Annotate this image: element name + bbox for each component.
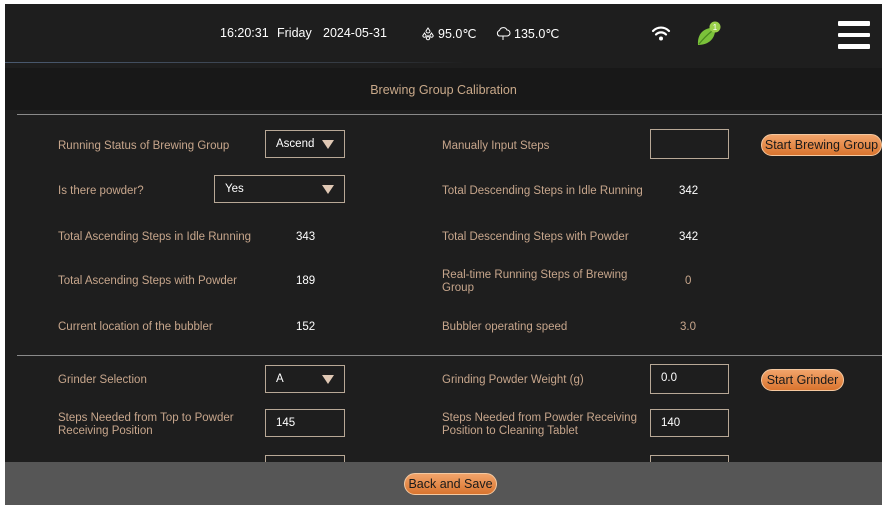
steam-temperature: 135.0℃ bbox=[495, 26, 559, 41]
grinding-weight-value: 0.0 bbox=[661, 372, 677, 384]
top-to-powder-value: 145 bbox=[276, 417, 296, 429]
status-divider bbox=[5, 62, 465, 63]
footer-bar: Back and Save bbox=[5, 462, 882, 505]
asc-idle-value: 343 bbox=[296, 231, 316, 243]
back-and-save-button[interactable]: Back and Save bbox=[404, 473, 497, 495]
status-day: Friday bbox=[277, 26, 312, 40]
powder-to-cleaning-input[interactable]: 140 bbox=[650, 409, 729, 437]
steam-drops-icon bbox=[422, 27, 434, 41]
dropdown-arrow-icon bbox=[322, 185, 334, 194]
bubbler-speed-label: Bubbler operating speed bbox=[442, 321, 568, 333]
start-grinder-button[interactable]: Start Grinder bbox=[761, 369, 844, 391]
status-date: 2024-05-31 bbox=[323, 26, 387, 40]
powder-to-cleaning-label: Steps Needed from Powder Receiving Posit… bbox=[442, 412, 637, 437]
temperature-1-value: 95.0℃ bbox=[438, 27, 477, 41]
grinder-selection-select[interactable]: A bbox=[265, 365, 345, 393]
realtime-steps-label: Real-time Running Steps of Brewing Group bbox=[442, 269, 628, 294]
desc-idle-label: Total Descending Steps in Idle Running bbox=[442, 185, 643, 197]
asc-powder-label: Total Ascending Steps with Powder bbox=[58, 275, 237, 287]
powder-value: Yes bbox=[225, 183, 244, 195]
bubbler-location-label: Current location of the bubbler bbox=[58, 321, 213, 333]
asc-idle-label: Total Ascending Steps in Idle Running bbox=[58, 231, 252, 243]
grinding-weight-label: Grinding Powder Weight (g) bbox=[442, 374, 584, 386]
status-bar: 16:20:31 Friday 2024-05-31 95.0℃ 135.0℃ … bbox=[5, 4, 882, 62]
powder-label: Is there powder? bbox=[58, 185, 144, 197]
cloud-steam-icon bbox=[496, 27, 511, 40]
desc-powder-value: 342 bbox=[679, 231, 699, 243]
powder-to-cleaning-value: 140 bbox=[661, 417, 681, 429]
temperature-2-value: 135.0℃ bbox=[514, 27, 560, 41]
top-to-powder-input[interactable]: 145 bbox=[265, 409, 345, 437]
menu-icon[interactable] bbox=[838, 21, 870, 51]
desc-powder-label: Total Descending Steps with Powder bbox=[442, 231, 629, 243]
page-title: Brewing Group Calibration bbox=[370, 83, 517, 97]
section-divider bbox=[17, 355, 882, 356]
manual-steps-input[interactable] bbox=[650, 129, 729, 159]
powder-select[interactable]: Yes bbox=[214, 175, 345, 203]
top-to-powder-label: Steps Needed from Top to Powder Receivin… bbox=[58, 412, 234, 437]
grinding-weight-input[interactable]: 0.0 bbox=[650, 364, 729, 394]
grinder-selection-value: A bbox=[276, 373, 284, 385]
manual-steps-label: Manually Input Steps bbox=[442, 140, 550, 152]
title-divider bbox=[17, 114, 882, 115]
running-status-select[interactable]: Ascend bbox=[265, 130, 345, 158]
title-bar: Brewing Group Calibration bbox=[5, 68, 882, 110]
boiler-temperature: 95.0℃ bbox=[421, 26, 476, 41]
desc-idle-value: 342 bbox=[679, 185, 699, 197]
dropdown-arrow-icon bbox=[322, 140, 334, 149]
bubbler-location-value: 152 bbox=[296, 321, 316, 333]
running-status-label: Running Status of Brewing Group bbox=[58, 140, 230, 152]
grinder-selection-label: Grinder Selection bbox=[58, 374, 147, 386]
start-brewing-group-button[interactable]: Start Brewing Group bbox=[761, 134, 882, 156]
bubbler-speed-value: 3.0 bbox=[680, 321, 696, 333]
device-screen: 16:20:31 Friday 2024-05-31 95.0℃ 135.0℃ … bbox=[5, 4, 882, 505]
asc-powder-value: 189 bbox=[296, 275, 316, 287]
running-status-value: Ascend bbox=[276, 138, 315, 150]
eco-leaf-icon[interactable]: 1 bbox=[693, 19, 723, 49]
notification-count: 1 bbox=[713, 23, 718, 32]
wifi-icon bbox=[651, 26, 671, 41]
dropdown-arrow-icon bbox=[322, 375, 334, 384]
status-time: 16:20:31 bbox=[220, 26, 269, 40]
realtime-steps-value: 0 bbox=[685, 275, 692, 287]
